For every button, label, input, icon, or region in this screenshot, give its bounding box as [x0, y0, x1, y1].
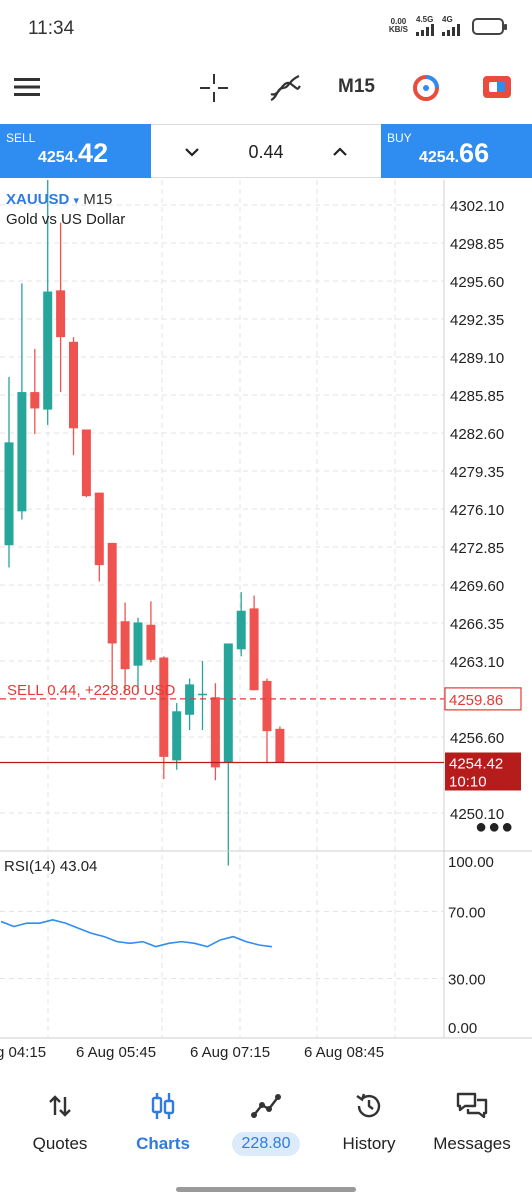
candle-body: [43, 291, 53, 410]
candle-body: [146, 624, 156, 660]
price-tick-label: 4266.35: [450, 616, 504, 633]
position-label: SELL 0.44, +228.80 USD: [7, 682, 175, 699]
chart-toolbar: M15: [0, 58, 532, 118]
nav-charts[interactable]: Charts: [111, 1078, 215, 1154]
time-tick-label: 6 Aug 07:15: [190, 1044, 270, 1061]
nav-messages[interactable]: Messages: [420, 1078, 524, 1154]
price-tick-label: 4285.85: [450, 388, 504, 405]
one-click-trade-panel: SELL 4254.42 0.44 BUY 4254.66: [0, 124, 532, 178]
symbol-dropdown-icon: ▾: [73, 195, 80, 207]
signal-icon-1: 4.5G: [416, 16, 434, 36]
position-price-label: 4259.86: [449, 692, 503, 709]
time-tick-label: 6 Aug 08:45: [304, 1044, 384, 1061]
symbol-name: XAUUSD: [6, 191, 70, 208]
symbol-header[interactable]: XAUUSD ▾ M15: [6, 191, 112, 208]
status-icons: 0.00 KB/S 4.5G 4G: [388, 16, 507, 36]
chart-canvas[interactable]: 4302.10 4298.85 4295.60 4292.35 4289.10 4285.…: [0, 180, 532, 1070]
trade-icon[interactable]: [482, 74, 512, 100]
timeframe-button[interactable]: M15: [338, 76, 375, 98]
candle-body: [262, 680, 272, 732]
countdown-label: 10:10: [449, 773, 487, 790]
candle-body: [185, 684, 195, 715]
candle-body: [210, 697, 220, 768]
candle-body: [275, 728, 285, 763]
indicators-icon[interactable]: [269, 74, 301, 102]
messages-icon: [456, 1092, 488, 1119]
charts-icon: [151, 1093, 175, 1119]
candle-body: [81, 429, 91, 497]
menu-icon[interactable]: [14, 76, 40, 98]
trade-profit-badge: 228.80: [231, 1132, 301, 1156]
rsi-label: RSI(14) 43.04: [4, 858, 98, 875]
trade-icon: [251, 1094, 281, 1118]
candle-body: [236, 610, 246, 650]
candle-body: [159, 657, 169, 757]
candle-body: [69, 341, 78, 429]
symbol-description: Gold vs US Dollar: [6, 211, 126, 228]
time-tick-label: g 04:15: [0, 1044, 46, 1061]
price-tick-label: 4302.10: [450, 198, 504, 215]
candle-body: [249, 608, 259, 691]
price-tick-label: 4256.60: [450, 730, 504, 747]
sell-label: SELL: [6, 131, 36, 145]
candle-body: [94, 492, 104, 566]
nav-history[interactable]: History: [317, 1078, 421, 1154]
price-tick-label: 4279.35: [450, 464, 504, 481]
candle-body: [198, 693, 207, 696]
one-click-trading-icon[interactable]: [411, 73, 441, 103]
buy-button[interactable]: BUY 4254.66: [381, 124, 532, 178]
home-indicator[interactable]: [176, 1187, 356, 1192]
buy-price: 4254.66: [419, 138, 490, 168]
time-tick-label: 6 Aug 05:45: [76, 1044, 156, 1061]
price-tick-label: 4298.85: [450, 236, 504, 253]
rsi-tick-label: 70.00: [448, 904, 486, 921]
candle-body: [120, 621, 130, 670]
symbol-timeframe: M15: [83, 191, 113, 208]
price-tick-label: 4269.60: [450, 578, 504, 595]
history-icon: [356, 1093, 381, 1118]
candle-body: [30, 392, 40, 409]
rsi-tick-label: 100.00: [448, 854, 494, 871]
sell-price: 4254.42: [38, 138, 109, 168]
crosshair-icon[interactable]: [200, 74, 228, 102]
price-tick-label: 4282.60: [450, 426, 504, 443]
price-tick-label: 4276.10: [450, 502, 504, 519]
more-options-icon[interactable]: ●●●: [475, 816, 514, 839]
sell-button[interactable]: SELL 4254.42: [0, 124, 151, 178]
rsi-line: [0, 918, 273, 948]
battery-icon: [472, 17, 507, 35]
rsi-tick-label: 0.00: [448, 1020, 477, 1037]
current-price-label: 4254.42: [449, 755, 503, 772]
candle-body: [107, 542, 117, 644]
bottom-navigation: Quotes Charts 228.80 History Messages: [0, 1078, 532, 1158]
candle-body: [223, 643, 233, 763]
candle-body: [4, 442, 14, 546]
chevron-up-icon[interactable]: [331, 143, 349, 161]
price-chart[interactable]: 4302.10 4298.85 4295.60 4292.35 4289.10 4285.…: [0, 180, 532, 1070]
candle-body: [56, 290, 66, 338]
price-tick-label: 4263.10: [450, 654, 504, 671]
buy-label: BUY: [387, 131, 412, 145]
price-tick-label: 4289.10: [450, 350, 504, 367]
nav-quotes[interactable]: Quotes: [8, 1078, 112, 1154]
status-time: 11:34: [28, 18, 75, 39]
status-bar: 11:34 0.00 KB/S 4.5G 4G: [0, 0, 532, 58]
signal-icon-2: 4G: [442, 16, 460, 36]
nav-trade[interactable]: 228.80: [214, 1078, 318, 1156]
price-tick-label: 4292.35: [450, 312, 504, 329]
price-tick-label: 4295.60: [450, 274, 504, 291]
rsi-tick-label: 30.00: [448, 972, 486, 989]
candle-body: [172, 711, 182, 761]
quotes-icon: [49, 1095, 71, 1117]
candle-body: [17, 392, 27, 512]
lot-selector: 0.44: [151, 124, 381, 178]
candle-body: [133, 622, 143, 666]
network-speed: 0.00 KB/S: [388, 17, 408, 34]
price-tick-label: 4272.85: [450, 540, 504, 557]
